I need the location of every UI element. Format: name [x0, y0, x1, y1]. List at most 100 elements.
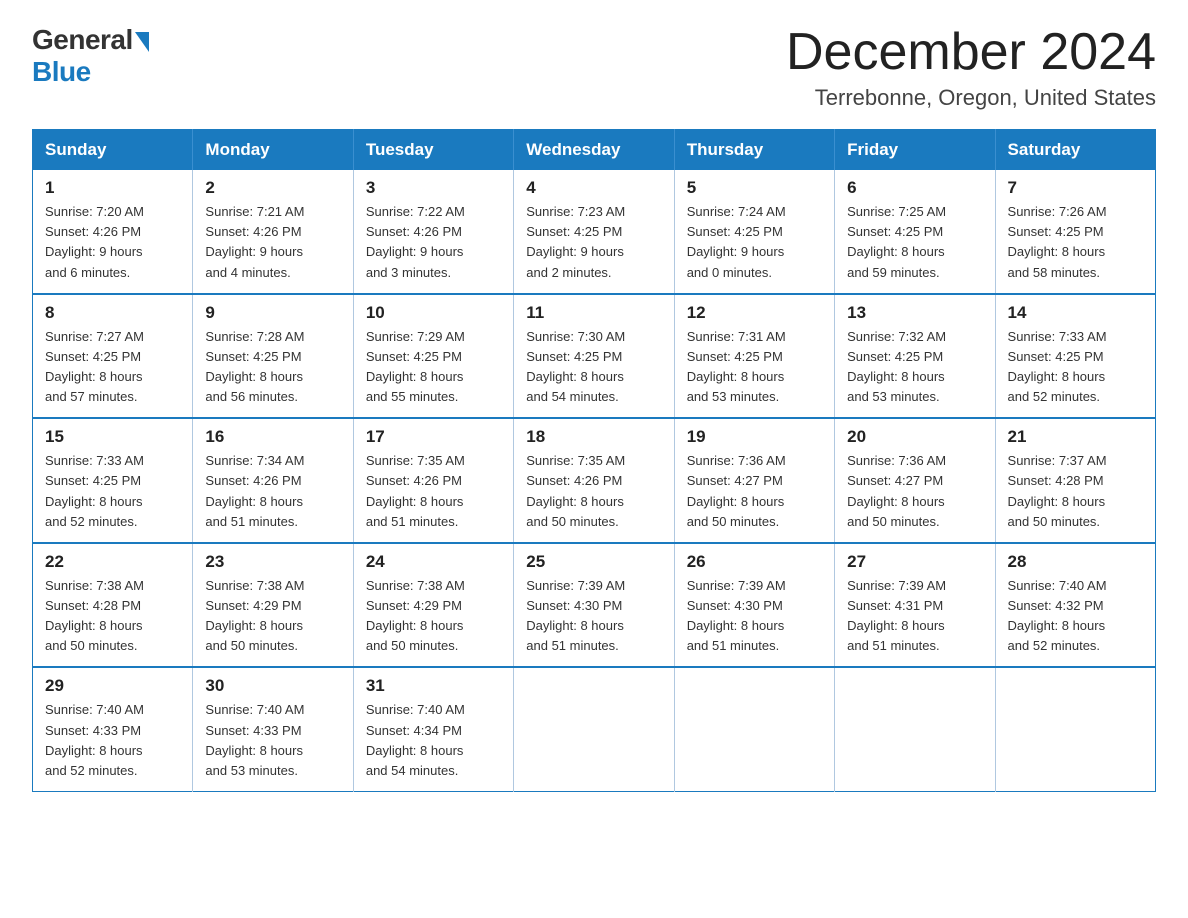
title-section: December 2024 Terrebonne, Oregon, United…	[786, 24, 1156, 111]
calendar-day-24: 24 Sunrise: 7:38 AMSunset: 4:29 PMDayligh…	[353, 543, 513, 668]
page-header: General Blue December 2024 Terrebonne, O…	[32, 24, 1156, 111]
empty-cell	[674, 667, 834, 791]
calendar-day-7: 7Sunrise: 7:26 AMSunset: 4:25 PMDaylight…	[995, 170, 1155, 294]
empty-cell	[995, 667, 1155, 791]
day-number: 19	[687, 427, 824, 447]
day-number: 16	[205, 427, 342, 447]
calendar-day-31: 31 Sunrise: 7:40 AMSunset: 4:34 PMDayligh…	[353, 667, 513, 791]
day-info: Sunrise: 7:28 AMSunset: 4:25 PMDaylight:…	[205, 327, 342, 408]
day-info: Sunrise: 7:25 AMSunset: 4:25 PMDaylight:…	[847, 202, 984, 283]
weekday-header-thursday: Thursday	[674, 130, 834, 171]
calendar-day-21: 21Sunrise: 7:37 AMSunset: 4:28 PMDayligh…	[995, 418, 1155, 543]
day-info: Sunrise: 7:40 AMSunset: 4:32 PMDaylight:…	[1008, 576, 1145, 657]
day-info: Sunrise: 7:40 AMSunset: 4:33 PMDaylight:…	[205, 700, 342, 781]
day-info: Sunrise: 7:38 AMSunset: 4:29 PMDaylight:…	[366, 576, 503, 657]
day-number: 22	[45, 552, 182, 572]
calendar-day-20: 20 Sunrise: 7:36 AMSunset: 4:27 PMDayligh…	[835, 418, 995, 543]
day-number: 25	[526, 552, 663, 572]
calendar-day-12: 12 Sunrise: 7:31 AMSunset: 4:25 PMDayligh…	[674, 294, 834, 419]
day-number: 15	[45, 427, 182, 447]
day-info: Sunrise: 7:36 AMSunset: 4:27 PMDaylight:…	[847, 451, 984, 532]
day-info: Sunrise: 7:33 AMSunset: 4:25 PMDaylight:…	[45, 451, 182, 532]
day-info: Sunrise: 7:38 AMSunset: 4:29 PMDaylight:…	[205, 576, 342, 657]
calendar-day-18: 18 Sunrise: 7:35 AMSunset: 4:26 PMDayligh…	[514, 418, 674, 543]
day-number: 13	[847, 303, 984, 323]
day-number: 18	[526, 427, 663, 447]
day-number: 1	[45, 178, 182, 198]
calendar-day-1: 1 Sunrise: 7:20 AMSunset: 4:26 PMDaylight…	[33, 170, 193, 294]
day-info: Sunrise: 7:29 AMSunset: 4:25 PMDaylight:…	[366, 327, 503, 408]
calendar-week-1: 1 Sunrise: 7:20 AMSunset: 4:26 PMDaylight…	[33, 170, 1156, 294]
calendar-day-3: 3Sunrise: 7:22 AMSunset: 4:26 PMDaylight…	[353, 170, 513, 294]
weekday-header-monday: Monday	[193, 130, 353, 171]
day-info: Sunrise: 7:23 AMSunset: 4:25 PMDaylight:…	[526, 202, 663, 283]
calendar-day-6: 6 Sunrise: 7:25 AMSunset: 4:25 PMDaylight…	[835, 170, 995, 294]
day-number: 4	[526, 178, 663, 198]
calendar-day-13: 13Sunrise: 7:32 AMSunset: 4:25 PMDayligh…	[835, 294, 995, 419]
calendar-week-3: 15 Sunrise: 7:33 AMSunset: 4:25 PMDayligh…	[33, 418, 1156, 543]
calendar-week-4: 22 Sunrise: 7:38 AMSunset: 4:28 PMDayligh…	[33, 543, 1156, 668]
day-info: Sunrise: 7:21 AMSunset: 4:26 PMDaylight:…	[205, 202, 342, 283]
day-info: Sunrise: 7:39 AMSunset: 4:31 PMDaylight:…	[847, 576, 984, 657]
day-number: 6	[847, 178, 984, 198]
day-number: 10	[366, 303, 503, 323]
logo-general-text: General	[32, 24, 133, 56]
day-info: Sunrise: 7:24 AMSunset: 4:25 PMDaylight:…	[687, 202, 824, 283]
day-number: 24	[366, 552, 503, 572]
weekday-header-tuesday: Tuesday	[353, 130, 513, 171]
day-number: 11	[526, 303, 663, 323]
day-number: 7	[1008, 178, 1145, 198]
day-number: 26	[687, 552, 824, 572]
day-number: 3	[366, 178, 503, 198]
day-number: 14	[1008, 303, 1145, 323]
calendar-day-17: 17Sunrise: 7:35 AMSunset: 4:26 PMDayligh…	[353, 418, 513, 543]
calendar-day-14: 14 Sunrise: 7:33 AMSunset: 4:25 PMDayligh…	[995, 294, 1155, 419]
calendar-day-25: 25 Sunrise: 7:39 AMSunset: 4:30 PMDayligh…	[514, 543, 674, 668]
calendar-day-26: 26Sunrise: 7:39 AMSunset: 4:30 PMDayligh…	[674, 543, 834, 668]
calendar-day-30: 30 Sunrise: 7:40 AMSunset: 4:33 PMDayligh…	[193, 667, 353, 791]
calendar-day-23: 23Sunrise: 7:38 AMSunset: 4:29 PMDayligh…	[193, 543, 353, 668]
day-info: Sunrise: 7:40 AMSunset: 4:34 PMDaylight:…	[366, 700, 503, 781]
day-info: Sunrise: 7:20 AMSunset: 4:26 PMDaylight:…	[45, 202, 182, 283]
logo: General Blue	[32, 24, 149, 88]
day-info: Sunrise: 7:36 AMSunset: 4:27 PMDaylight:…	[687, 451, 824, 532]
day-info: Sunrise: 7:30 AMSunset: 4:25 PMDaylight:…	[526, 327, 663, 408]
weekday-header-friday: Friday	[835, 130, 995, 171]
calendar-day-27: 27 Sunrise: 7:39 AMSunset: 4:31 PMDayligh…	[835, 543, 995, 668]
logo-arrow-icon	[135, 32, 149, 52]
day-number: 12	[687, 303, 824, 323]
day-info: Sunrise: 7:40 AMSunset: 4:33 PMDaylight:…	[45, 700, 182, 781]
day-info: Sunrise: 7:35 AMSunset: 4:26 PMDaylight:…	[366, 451, 503, 532]
calendar-day-5: 5 Sunrise: 7:24 AMSunset: 4:25 PMDaylight…	[674, 170, 834, 294]
day-info: Sunrise: 7:38 AMSunset: 4:28 PMDaylight:…	[45, 576, 182, 657]
calendar-day-28: 28 Sunrise: 7:40 AMSunset: 4:32 PMDayligh…	[995, 543, 1155, 668]
calendar-day-4: 4 Sunrise: 7:23 AMSunset: 4:25 PMDaylight…	[514, 170, 674, 294]
day-number: 27	[847, 552, 984, 572]
day-number: 2	[205, 178, 342, 198]
empty-cell	[514, 667, 674, 791]
weekday-header-saturday: Saturday	[995, 130, 1155, 171]
calendar-day-2: 2 Sunrise: 7:21 AMSunset: 4:26 PMDaylight…	[193, 170, 353, 294]
calendar-week-5: 29 Sunrise: 7:40 AMSunset: 4:33 PMDayligh…	[33, 667, 1156, 791]
month-title: December 2024	[786, 24, 1156, 81]
day-number: 28	[1008, 552, 1145, 572]
day-info: Sunrise: 7:39 AMSunset: 4:30 PMDaylight:…	[526, 576, 663, 657]
day-number: 5	[687, 178, 824, 198]
weekday-header-wednesday: Wednesday	[514, 130, 674, 171]
day-info: Sunrise: 7:37 AMSunset: 4:28 PMDaylight:…	[1008, 451, 1145, 532]
day-number: 9	[205, 303, 342, 323]
calendar-table: SundayMondayTuesdayWednesdayThursdayFrid…	[32, 129, 1156, 792]
day-info: Sunrise: 7:27 AMSunset: 4:25 PMDaylight:…	[45, 327, 182, 408]
calendar-week-2: 8Sunrise: 7:27 AMSunset: 4:25 PMDaylight…	[33, 294, 1156, 419]
calendar-day-15: 15 Sunrise: 7:33 AMSunset: 4:25 PMDayligh…	[33, 418, 193, 543]
day-info: Sunrise: 7:35 AMSunset: 4:26 PMDaylight:…	[526, 451, 663, 532]
day-info: Sunrise: 7:34 AMSunset: 4:26 PMDaylight:…	[205, 451, 342, 532]
day-info: Sunrise: 7:33 AMSunset: 4:25 PMDaylight:…	[1008, 327, 1145, 408]
calendar-day-29: 29 Sunrise: 7:40 AMSunset: 4:33 PMDayligh…	[33, 667, 193, 791]
day-number: 31	[366, 676, 503, 696]
day-number: 29	[45, 676, 182, 696]
day-number: 30	[205, 676, 342, 696]
day-number: 20	[847, 427, 984, 447]
day-info: Sunrise: 7:31 AMSunset: 4:25 PMDaylight:…	[687, 327, 824, 408]
weekday-header-row: SundayMondayTuesdayWednesdayThursdayFrid…	[33, 130, 1156, 171]
